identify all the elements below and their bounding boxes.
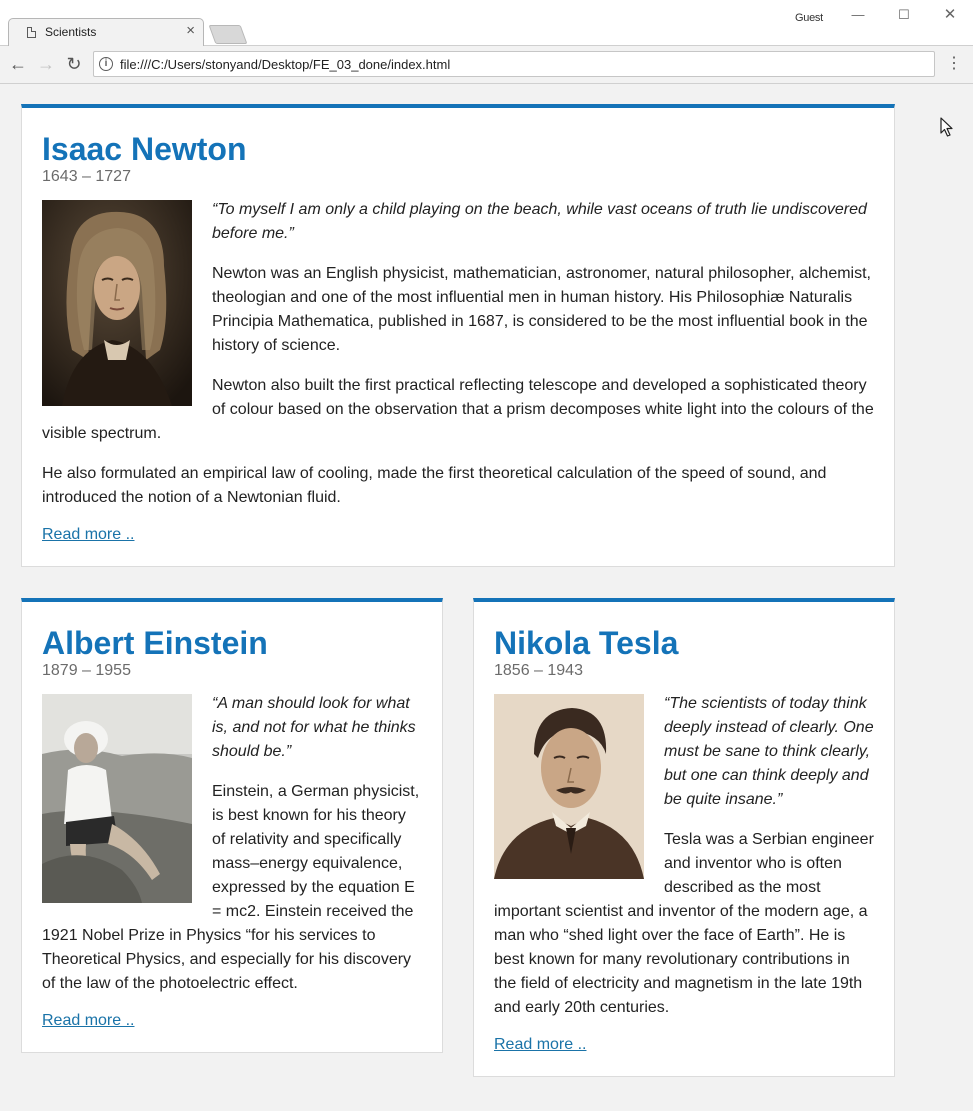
portrait-einstein-image (42, 694, 192, 903)
browser-menu-icon[interactable]: ⋮ (945, 53, 963, 75)
scientist-card-newton: Isaac Newton 1643 – 1727 “To myself I am… (21, 104, 895, 567)
back-arrow-icon[interactable]: ← (7, 53, 29, 75)
tab-title: Scientists (45, 25, 97, 39)
browser-title-bar: Scientists × Guest — ☐ ✕ (0, 0, 973, 46)
browser-tab-scientists[interactable]: Scientists × (8, 18, 204, 46)
url-text[interactable]: file:///C:/Users/stonyand/Desktop/FE_03_… (120, 57, 450, 72)
mouse-cursor-icon (940, 117, 953, 137)
profile-label[interactable]: Guest (795, 12, 823, 24)
scientist-years: 1856 – 1943 (494, 662, 583, 679)
portrait-tesla (494, 694, 644, 879)
tab-close-icon[interactable]: × (186, 22, 195, 39)
window-close-button[interactable]: ✕ (935, 4, 965, 26)
portrait-newton-image (42, 200, 192, 406)
scientist-name: Albert Einstein (42, 625, 268, 661)
read-more-link[interactable]: Read more .. (42, 1012, 134, 1030)
read-more-link[interactable]: Read more .. (42, 526, 134, 544)
browser-toolbar: ← → ↻ i file:///C:/Users/stonyand/Deskto… (0, 46, 973, 84)
new-tab-button[interactable] (208, 25, 248, 44)
read-more-link[interactable]: Read more .. (494, 1036, 586, 1054)
window-minimize-button[interactable]: — (843, 4, 873, 26)
scientist-name: Isaac Newton (42, 131, 247, 167)
reload-icon[interactable]: ↻ (63, 53, 85, 75)
scientist-years: 1643 – 1727 (42, 168, 131, 185)
portrait-tesla-image (494, 694, 644, 879)
scientist-years: 1879 – 1955 (42, 662, 131, 679)
scientist-card-einstein: Albert Einstein 1879 – 1955 “A man shoul… (21, 598, 443, 1053)
info-icon[interactable]: i (99, 57, 113, 71)
address-bar[interactable]: i file:///C:/Users/stonyand/Desktop/FE_0… (93, 51, 935, 77)
window-maximize-button[interactable]: ☐ (889, 4, 919, 26)
page-icon (27, 27, 36, 38)
forward-arrow-icon[interactable]: → (35, 53, 57, 75)
scientist-name: Nikola Tesla (494, 625, 679, 661)
portrait-newton (42, 200, 192, 406)
bio-paragraph: He also formulated an empirical law of c… (42, 465, 827, 506)
portrait-einstein (42, 694, 192, 903)
scientist-card-tesla: Nikola Tesla 1856 – 1943 “The scientists… (473, 598, 895, 1077)
